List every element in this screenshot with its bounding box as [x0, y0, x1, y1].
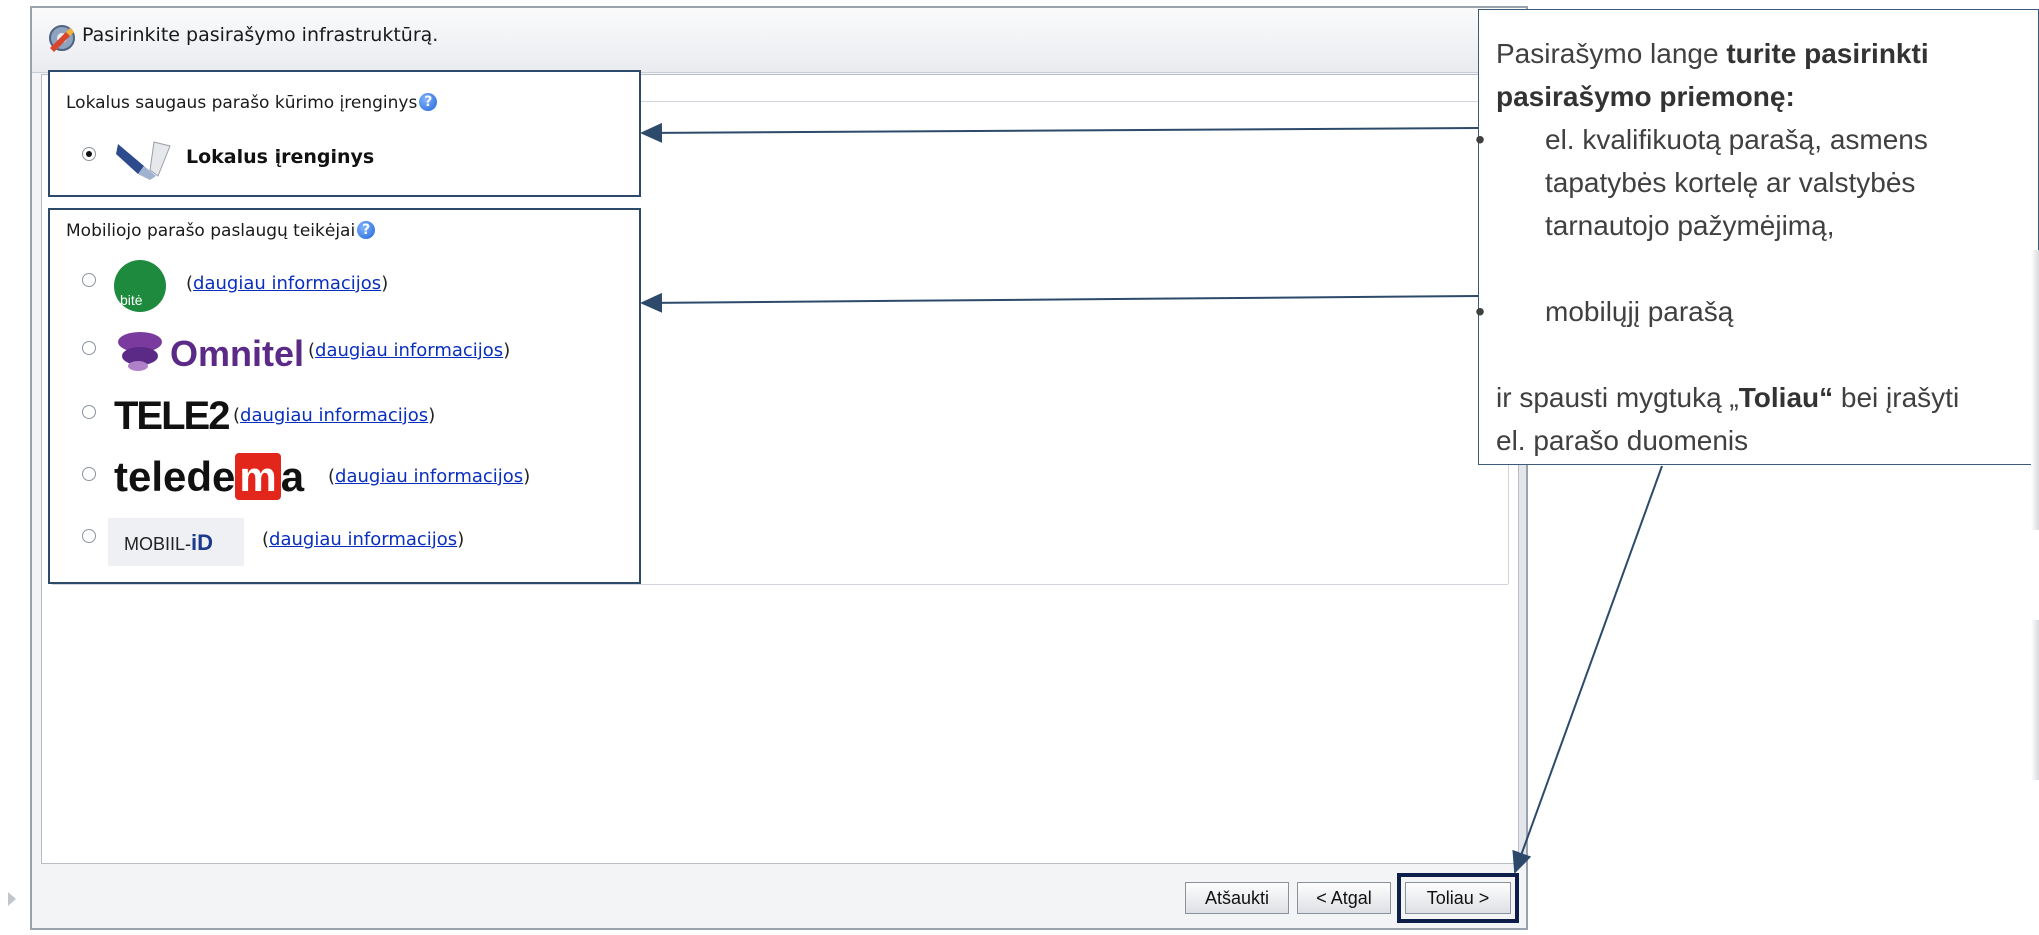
- slide-edge-shadow: [2031, 620, 2039, 780]
- left-arrow-icon: [8, 892, 16, 906]
- callout-arrows: [640, 122, 1663, 874]
- slide-edge-shadow: [2031, 250, 2039, 530]
- arrow-to-next-button: [1512, 465, 1663, 874]
- arrow-to-local-device: [640, 122, 1479, 143]
- arrow-to-mobile-providers: [640, 292, 1479, 313]
